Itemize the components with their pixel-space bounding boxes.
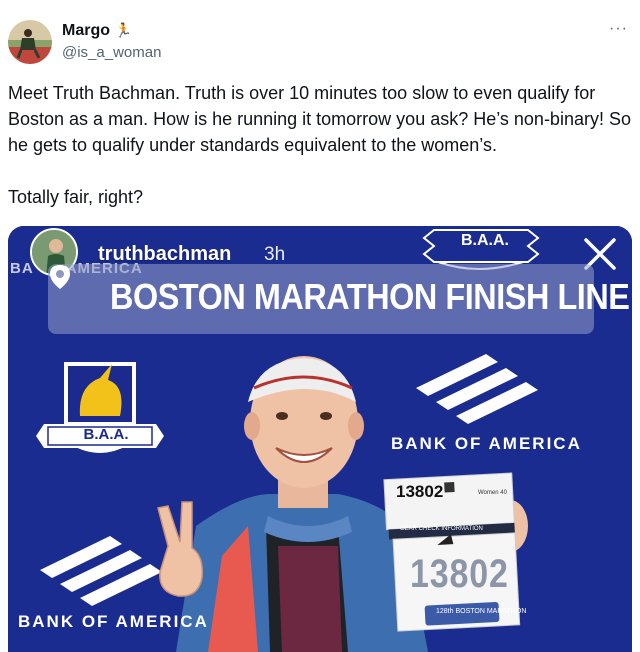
tweet-media-image[interactable]: BA OF AMERICA truthbachman 3h B.A.A. BOS…	[8, 226, 632, 652]
author-handle[interactable]: @is_a_woman	[62, 44, 161, 61]
tweet-text: Meet Truth Bachman. Truth is over 10 min…	[8, 80, 632, 210]
bib-gear-check-text: GEAR CHECK INFORMATION	[400, 526, 483, 532]
author-display-name[interactable]: Margo	[62, 22, 110, 39]
author-name-row[interactable]: Margo 🏃	[62, 22, 132, 40]
bib-category-label: Women 40	[478, 490, 507, 496]
location-sticker-text: BOSTON MARATHON FINISH LINE	[110, 276, 630, 317]
location-pin-icon	[50, 265, 70, 289]
baa-logo-text: B.A.A.	[461, 232, 509, 249]
bib-footer-text: 128th BOSTON MARATHON	[436, 608, 527, 615]
baa-logo-text: B.A.A.	[83, 426, 129, 443]
location-sticker[interactable]: BOSTON MARATHON FINISH LINE	[48, 264, 630, 334]
tweet-header: Margo 🏃 @is_a_woman ···	[8, 18, 632, 66]
tweet-paragraph: Totally fair, right?	[8, 187, 144, 207]
author-avatar[interactable]	[8, 20, 52, 64]
sponsor-text: BANK OF AMERICA	[18, 612, 209, 631]
story-time: 3h	[264, 244, 286, 265]
sponsor-text: BANK OF AMERICA	[391, 434, 582, 453]
ellipsis-icon[interactable]: ···	[609, 20, 628, 38]
tweet-paragraph: Meet Truth Bachman. Truth is over 10 min…	[8, 83, 631, 155]
runner-emoji-icon: 🏃	[114, 22, 132, 38]
bib-number-large: 13802	[410, 552, 509, 596]
bib-number-small: 13802	[396, 482, 444, 501]
story-username[interactable]: truthbachman	[98, 243, 231, 266]
